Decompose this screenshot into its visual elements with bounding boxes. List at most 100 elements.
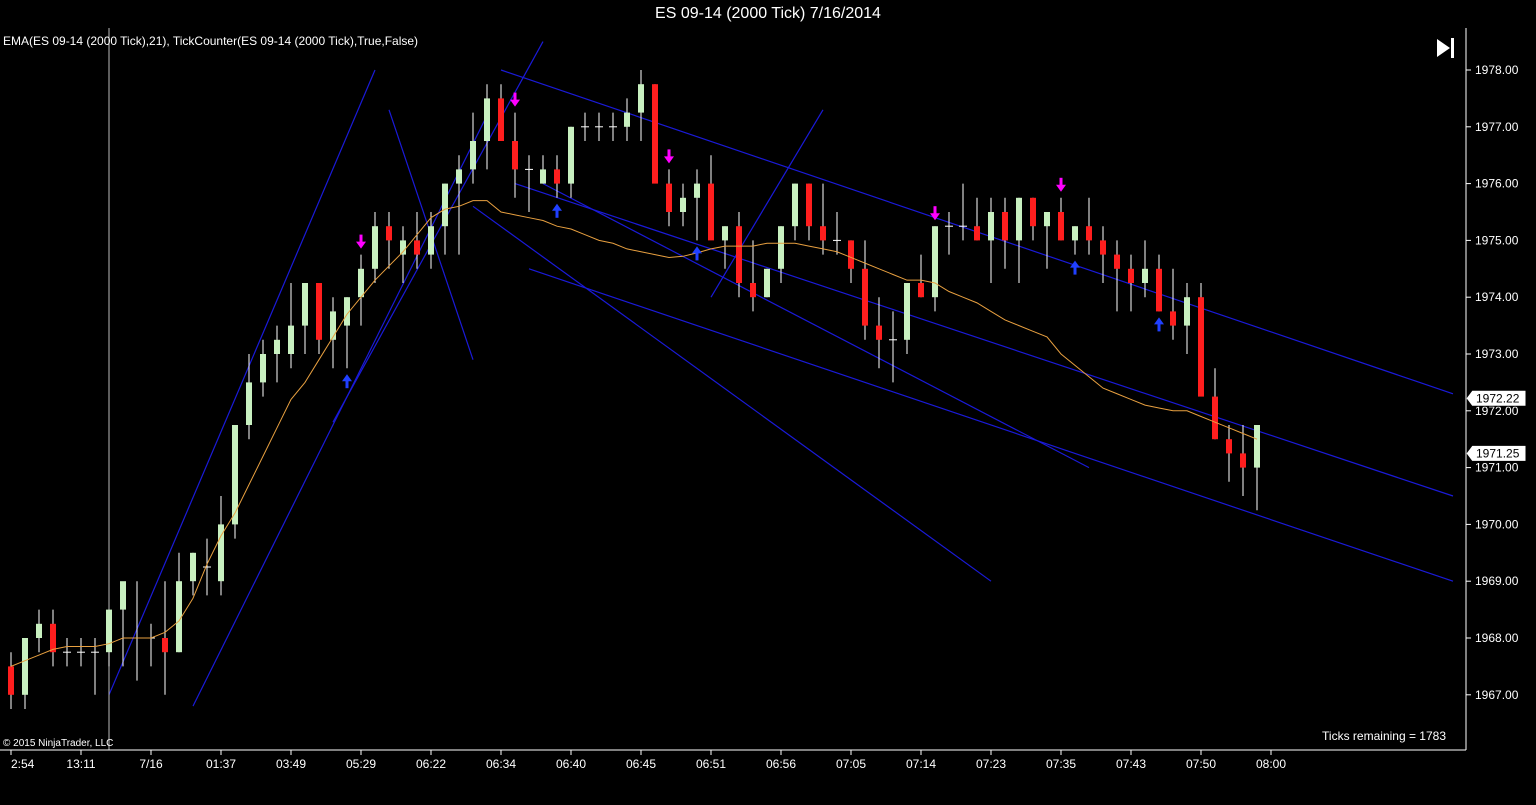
candle-body: [1058, 212, 1064, 241]
price-tick-label: 1970.00: [1475, 517, 1519, 531]
candle-body: [1198, 297, 1204, 397]
candle-body: [386, 226, 392, 241]
time-tick-label: 07:43: [1116, 757, 1146, 771]
candle: [1198, 283, 1204, 397]
candle-body: [708, 183, 714, 241]
candle-body: [1212, 396, 1218, 440]
candle-body: [694, 183, 700, 198]
candle-body: [512, 141, 518, 170]
candle-body: [974, 226, 980, 241]
time-tick-label: 07:50: [1186, 757, 1216, 771]
candle-body: [358, 268, 364, 298]
time-tick-label: 07:14: [906, 757, 936, 771]
candle-body: [162, 638, 168, 653]
candle-body: [1128, 268, 1134, 283]
candle-body: [918, 283, 924, 298]
price-flag-label: 1971.25: [1476, 446, 1520, 460]
candle-body: [624, 112, 630, 127]
candle-body: [36, 623, 42, 638]
candle-body: [806, 183, 812, 227]
price-tick-label: 1974.00: [1475, 290, 1519, 304]
candle: [652, 84, 658, 184]
price-tick-label: 1968.00: [1475, 631, 1519, 645]
price-flag-label: 1972.22: [1476, 391, 1520, 405]
price-axis[interactable]: 1967.00 1968.00 1969.00 1970.00 1971.00 1972.…: [1465, 63, 1527, 702]
candle-body: [554, 169, 560, 184]
candle-body: [1142, 268, 1148, 283]
candle-body: [414, 240, 420, 255]
candle-body: [1100, 240, 1106, 255]
candle-body: [988, 212, 994, 241]
time-tick-label: 06:56: [766, 757, 796, 771]
price-tick-label: 1975.00: [1475, 233, 1519, 247]
candle-body: [862, 268, 868, 326]
candle-body: [1240, 453, 1246, 468]
candle-body: [8, 666, 14, 695]
candle-body: [652, 84, 658, 184]
candle-body: [260, 354, 266, 383]
time-tick-label: 06:34: [486, 757, 516, 771]
candle-body: [372, 226, 378, 269]
candle-body: [302, 283, 308, 326]
candle-body: [1044, 212, 1050, 227]
price-chart[interactable]: 1967.00 1968.00 1969.00 1970.00 1971.00 1972.…: [0, 0, 1536, 805]
candle-body: [1226, 439, 1232, 454]
candle-body: [666, 183, 672, 212]
candle-body: [1254, 425, 1260, 468]
candle-body: [540, 169, 546, 184]
candle-body: [1002, 212, 1008, 241]
price-tick-label: 1978.00: [1475, 63, 1519, 77]
candle-body: [680, 197, 686, 212]
candle-body: [932, 226, 938, 298]
time-axis[interactable]: 2:54 13:11 7/16 01:37 03:49 05:29 06:22 06:34 06…: [10, 750, 1286, 771]
time-tick-label: 7/16: [139, 757, 163, 771]
candle-body: [22, 638, 28, 695]
candle-body: [190, 552, 196, 582]
time-tick-label: 01:37: [206, 757, 236, 771]
candle-body: [442, 183, 448, 227]
candle-body: [246, 382, 252, 425]
copyright-label: © 2015 NinjaTrader, LLC: [3, 738, 113, 749]
candle-body: [330, 311, 336, 340]
candle-body: [1170, 311, 1176, 326]
price-tick-label: 1969.00: [1475, 574, 1519, 588]
candle-body: [484, 98, 490, 141]
candle-body: [1030, 197, 1036, 227]
time-tick-label: 06:51: [696, 757, 726, 771]
candle-body: [876, 325, 882, 340]
candle-body: [1184, 297, 1190, 326]
candle-body: [778, 226, 784, 269]
candle-body: [274, 339, 280, 354]
candle: [764, 268, 770, 298]
candle-body: [736, 226, 742, 283]
candle-body: [470, 141, 476, 170]
candle-body: [1114, 254, 1120, 269]
candle-body: [568, 126, 574, 184]
time-tick-label: 07:35: [1046, 757, 1076, 771]
candle-body: [120, 581, 126, 610]
candle-body: [456, 169, 462, 184]
indicator-label: EMA(ES 09-14 (2000 Tick),21), TickCounte…: [3, 34, 418, 48]
time-tick-label: 2:54: [11, 757, 35, 771]
ticks-remaining-label: Ticks remaining = 1783: [1322, 729, 1446, 743]
candle-body: [498, 98, 504, 141]
time-tick-label: 13:11: [66, 757, 95, 771]
time-tick-label: 08:00: [1256, 757, 1286, 771]
candle-body: [316, 283, 322, 340]
candle-body: [848, 240, 854, 269]
price-tick-label: 1976.00: [1475, 177, 1519, 191]
candle-body: [792, 183, 798, 227]
candle-body: [1156, 268, 1162, 312]
candle-body: [1016, 197, 1022, 241]
time-tick-label: 03:49: [276, 757, 306, 771]
time-tick-label: 06:22: [416, 757, 446, 771]
candle-body: [288, 325, 294, 354]
candle-body: [50, 623, 56, 653]
time-tick-label: 07:23: [976, 757, 1006, 771]
price-tick-label: 1967.00: [1475, 688, 1519, 702]
candle-body: [638, 84, 644, 113]
time-tick-label: 05:29: [346, 757, 376, 771]
price-flag: 1972.22: [1465, 389, 1527, 407]
candle-body: [1086, 226, 1092, 241]
candle-body: [820, 226, 826, 241]
